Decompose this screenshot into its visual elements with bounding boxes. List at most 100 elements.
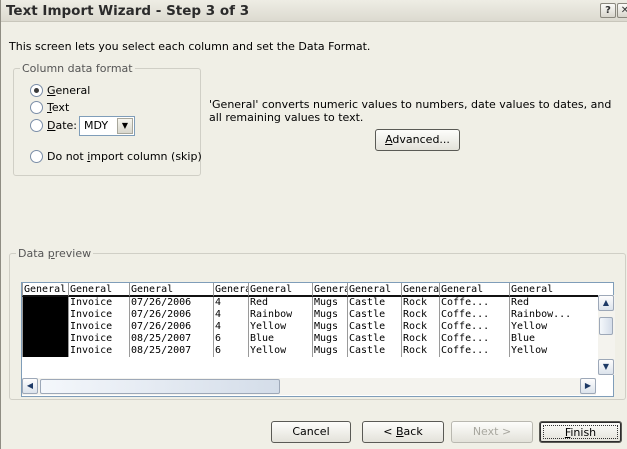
preview-cell: 4 bbox=[213, 321, 248, 333]
finish-button[interactable]: Finish bbox=[539, 421, 622, 443]
preview-cell: Yellow bbox=[248, 345, 312, 357]
radio-general-label: General bbox=[47, 84, 91, 97]
preview-cell: Castle bbox=[347, 309, 401, 321]
preview-cell: 08/25/2007 bbox=[129, 333, 213, 345]
preview-cell bbox=[22, 309, 68, 321]
back-button[interactable]: < Back bbox=[362, 421, 444, 443]
preview-cell: 07/26/2006 bbox=[129, 321, 213, 333]
preview-cell: Red bbox=[248, 297, 312, 309]
radio-date[interactable]: Date: bbox=[30, 119, 77, 132]
text-import-wizard-dialog: Text Import Wizard - Step 3 of 3 ? ✕ Thi… bbox=[0, 0, 627, 449]
column-header[interactable]: General bbox=[439, 283, 509, 297]
preview-cell: Rock bbox=[401, 321, 439, 333]
preview-cell: Invoice bbox=[68, 321, 129, 333]
preview-column[interactable]: General Invoice Invoice Invoice Invoice Invoi… bbox=[68, 283, 129, 379]
data-preview-legend: Data preview bbox=[16, 247, 94, 260]
vertical-scrollbar[interactable]: ▲ ▼ bbox=[598, 295, 615, 375]
preview-column[interactable]: General44466 bbox=[213, 283, 248, 379]
preview-cell: Mugs bbox=[312, 345, 347, 357]
close-button[interactable]: ✕ bbox=[617, 3, 627, 18]
preview-cell: 4 bbox=[213, 297, 248, 309]
preview-cell: Castle bbox=[347, 333, 401, 345]
preview-cell: Invoice bbox=[68, 345, 129, 357]
preview-column[interactable]: General bbox=[22, 283, 68, 379]
radio-skip[interactable]: Do not import column (skip) bbox=[30, 150, 202, 163]
column-header[interactable]: General bbox=[248, 283, 312, 297]
preview-column[interactable]: General 07/26/2006 07/26/2006 07/26/2006 08/… bbox=[129, 283, 213, 379]
preview-cell: Mugs bbox=[312, 321, 347, 333]
radio-text[interactable]: Text bbox=[30, 101, 69, 114]
intro-text: This screen lets you select each column … bbox=[9, 40, 371, 53]
preview-cell bbox=[22, 345, 68, 357]
preview-cell: 6 bbox=[213, 345, 248, 357]
preview-cell: Coffe... bbox=[439, 321, 509, 333]
preview-cell: Mugs bbox=[312, 309, 347, 321]
column-format-legend: Column data format bbox=[20, 62, 135, 75]
radio-date-label: Date: bbox=[47, 119, 78, 132]
preview-column[interactable]: GeneralRockRockRockRockRock bbox=[401, 283, 439, 379]
horizontal-scroll-thumb[interactable] bbox=[40, 379, 280, 394]
advanced-button[interactable]: Advanced... bbox=[375, 129, 460, 151]
cancel-button[interactable]: Cancel bbox=[271, 421, 351, 443]
date-format-value: MDY bbox=[84, 119, 109, 132]
radio-general-circle[interactable] bbox=[30, 84, 43, 97]
preview-cell: Invoice bbox=[68, 297, 129, 309]
column-header[interactable]: General bbox=[401, 283, 439, 297]
preview-column[interactable]: General Red Rainbow Yellow Blue Yellow bbox=[248, 283, 312, 379]
preview-column[interactable]: GeneralMugsMugsMugsMugsMugs bbox=[312, 283, 347, 379]
radio-skip-label: Do not import column (skip) bbox=[47, 150, 202, 163]
title-bar: Text Import Wizard - Step 3 of 3 ? ✕ bbox=[1, 0, 627, 22]
radio-general[interactable]: General bbox=[30, 84, 90, 97]
column-header[interactable]: General bbox=[312, 283, 347, 297]
preview-cell: Yellow bbox=[248, 321, 312, 333]
preview-cell: Castle bbox=[347, 345, 401, 357]
column-header[interactable]: General bbox=[129, 283, 213, 297]
preview-cell: Coffe... bbox=[439, 309, 509, 321]
column-header[interactable]: General bbox=[213, 283, 248, 297]
preview-cell: Rock bbox=[401, 309, 439, 321]
preview-column[interactable]: General Coffe... Coffe... Coffe... Coffe... C… bbox=[439, 283, 509, 379]
horizontal-scrollbar[interactable]: ◀ ▶ bbox=[22, 378, 596, 395]
radio-date-circle[interactable] bbox=[30, 119, 43, 132]
preview-cell: Rock bbox=[401, 345, 439, 357]
chevron-down-icon[interactable]: ▼ bbox=[117, 118, 133, 134]
preview-cell bbox=[22, 321, 68, 333]
preview-cell: Coffe... bbox=[439, 297, 509, 309]
preview-cell: Rainbow bbox=[248, 309, 312, 321]
radio-text-label: Text bbox=[47, 101, 70, 114]
preview-cell: Coffe... bbox=[439, 333, 509, 345]
preview-cell: Castle bbox=[347, 321, 401, 333]
arrow-down-icon[interactable]: ▼ bbox=[598, 359, 614, 375]
preview-cell: Rock bbox=[401, 333, 439, 345]
arrow-up-icon[interactable]: ▲ bbox=[598, 295, 614, 311]
column-header[interactable]: General bbox=[22, 283, 68, 297]
preview-cell: 08/25/2007 bbox=[129, 345, 213, 357]
preview-cell: Mugs bbox=[312, 333, 347, 345]
preview-cell: 6 bbox=[213, 333, 248, 345]
preview-cell: Invoice bbox=[68, 333, 129, 345]
preview-cell: 07/26/2006 bbox=[129, 297, 213, 309]
column-header[interactable]: General bbox=[68, 283, 129, 297]
preview-cell: Blue bbox=[248, 333, 312, 345]
help-button[interactable]: ? bbox=[600, 3, 616, 18]
preview-cell: Castle bbox=[347, 297, 401, 309]
arrow-right-icon[interactable]: ▶ bbox=[580, 378, 596, 394]
window-title: Text Import Wizard - Step 3 of 3 bbox=[6, 3, 250, 19]
preview-cell: 4 bbox=[213, 309, 248, 321]
column-header[interactable]: General bbox=[347, 283, 401, 297]
preview-cell: 07/26/2006 bbox=[129, 309, 213, 321]
format-help-text: 'General' converts numeric values to num… bbox=[209, 98, 612, 124]
vertical-scroll-thumb[interactable] bbox=[599, 317, 613, 335]
next-button[interactable]: Next > bbox=[451, 421, 533, 443]
preview-column[interactable]: General Castle Castle Castle Castle Castle bbox=[347, 283, 401, 379]
preview-cell: Invoice bbox=[68, 309, 129, 321]
preview-cell bbox=[22, 297, 68, 309]
preview-cell: Coffe... bbox=[439, 345, 509, 357]
preview-cell: Rock bbox=[401, 297, 439, 309]
preview-cell bbox=[22, 333, 68, 345]
preview-cell: Mugs bbox=[312, 297, 347, 309]
radio-text-circle[interactable] bbox=[30, 101, 43, 114]
date-format-select[interactable]: MDY ▼ bbox=[79, 116, 135, 136]
radio-skip-circle[interactable] bbox=[30, 150, 43, 163]
arrow-left-icon[interactable]: ◀ bbox=[22, 378, 38, 394]
